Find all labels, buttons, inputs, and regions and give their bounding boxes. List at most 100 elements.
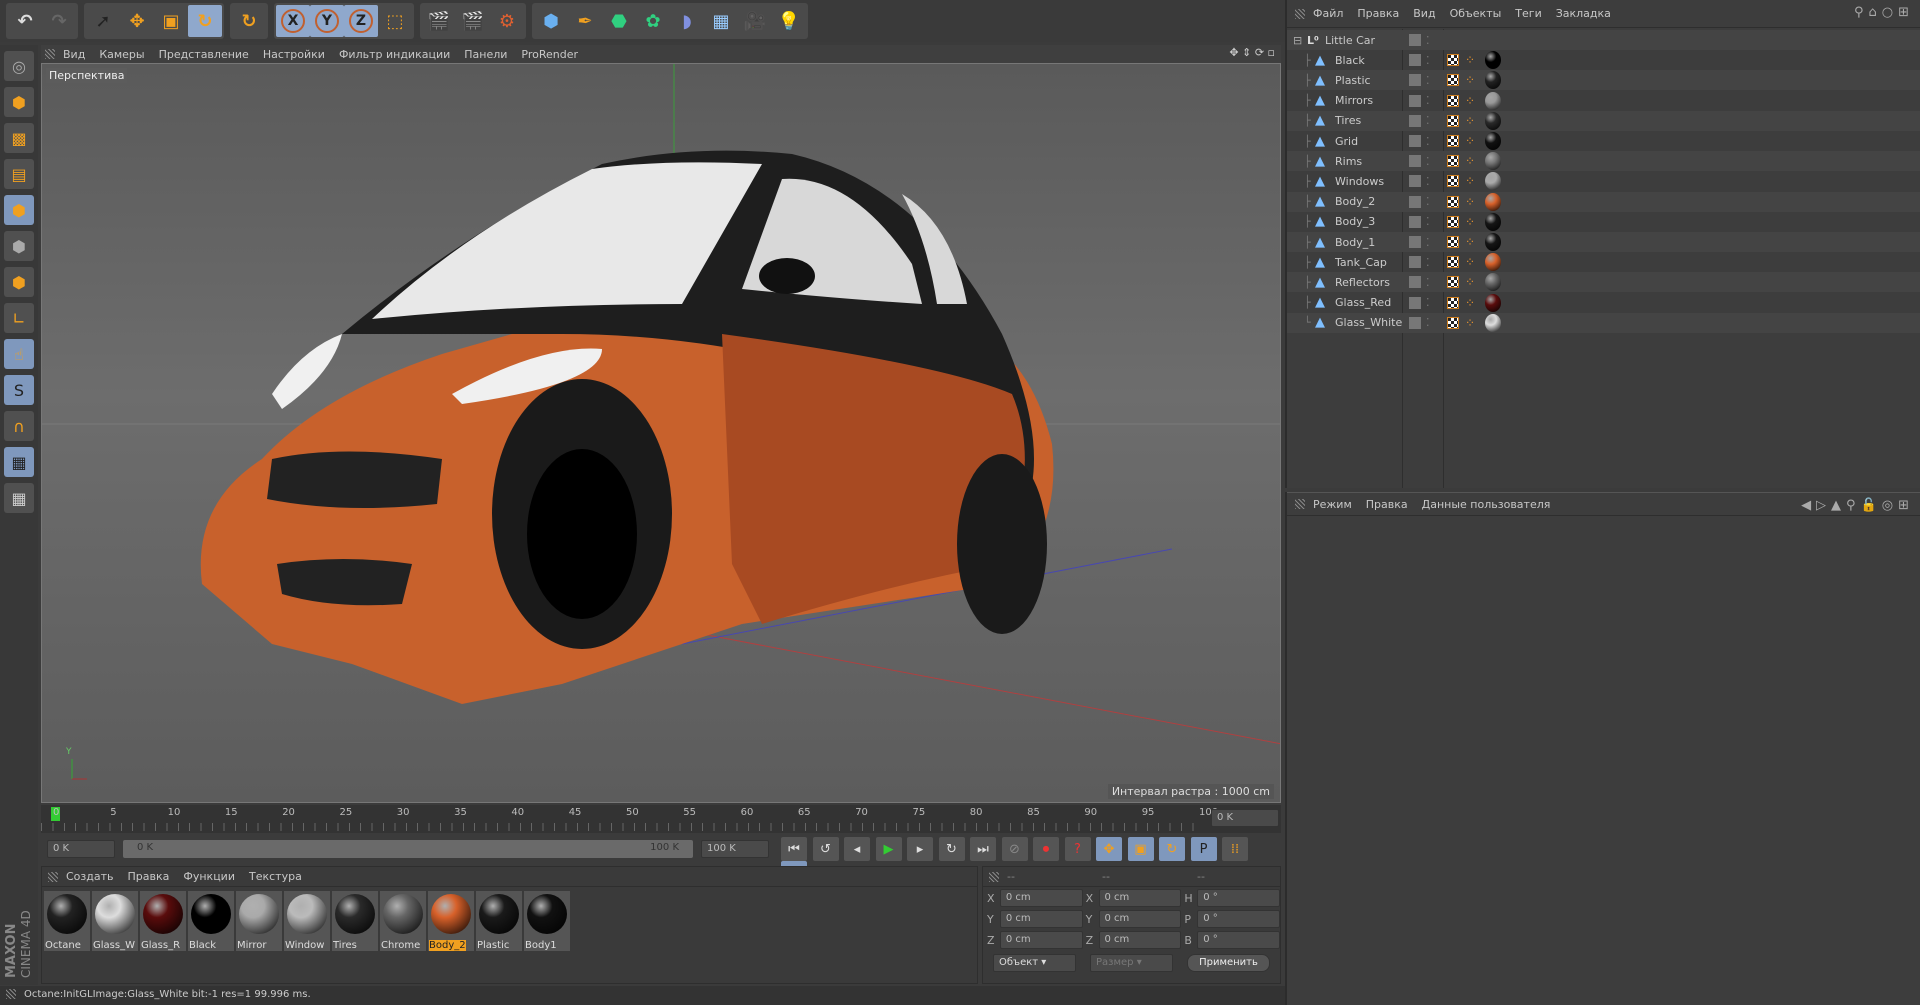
- size-mode-dropdown[interactable]: Размер ▾: [1090, 954, 1173, 972]
- uvw-tag-icon[interactable]: [1447, 276, 1459, 289]
- menu-prorender[interactable]: ProRender: [521, 48, 578, 61]
- phong-tag-icon[interactable]: ⁘: [1465, 174, 1475, 188]
- phong-tag-icon[interactable]: ⁘: [1465, 275, 1475, 289]
- coordinate-field[interactable]: 0 cm: [999, 889, 1083, 907]
- object-row[interactable]: ├ ▲ Black ⁚ ⁘: [1287, 50, 1920, 70]
- object-name[interactable]: Grid: [1335, 135, 1358, 148]
- visibility-dots[interactable]: ⁚: [1426, 175, 1430, 188]
- object-name[interactable]: Mirrors: [1335, 94, 1373, 107]
- coordinate-field[interactable]: 0 °: [1197, 889, 1281, 907]
- panel-grip[interactable]: [989, 871, 999, 882]
- object-row[interactable]: ├ ▲ Plastic ⁚ ⁘: [1287, 70, 1920, 91]
- play-icon[interactable]: ▶: [875, 837, 902, 861]
- object-name[interactable]: Plastic: [1335, 74, 1371, 87]
- prev-key-icon[interactable]: ↺: [812, 837, 839, 861]
- uvw-tag-icon[interactable]: [1447, 296, 1459, 309]
- camera-label[interactable]: Перспектива: [46, 68, 128, 83]
- undo-icon[interactable]: ↶: [8, 5, 42, 37]
- material-swatch[interactable]: Body_2: [428, 891, 474, 951]
- object-row-root[interactable]: ⊟ L⁰ Little Car ⁚: [1287, 30, 1920, 50]
- object-name[interactable]: Rims: [1335, 155, 1362, 168]
- viewport-nav-icons[interactable]: ✥ ⇕ ⟳ ▫: [1229, 46, 1275, 59]
- visibility-dots[interactable]: ⁚: [1426, 316, 1430, 329]
- menu-user-data[interactable]: Данные пользователя: [1422, 498, 1551, 511]
- light-icon[interactable]: 💡: [772, 5, 806, 37]
- timeline-ruler[interactable]: 0 5 10 15 20 25 30 35 40 45 50 55 60 65 70 75 80 85 90 95 10…: [41, 805, 1281, 833]
- menu-edit[interactable]: Правка: [128, 870, 170, 883]
- y-axis-toggle[interactable]: Y: [310, 5, 344, 37]
- material-tag-icon[interactable]: [1485, 132, 1501, 150]
- uvw-tag-icon[interactable]: [1447, 74, 1459, 87]
- object-row[interactable]: ├ ▲ Glass_Red ⁚ ⁘: [1287, 293, 1920, 313]
- camera-icon[interactable]: 🎥: [738, 5, 772, 37]
- menu-cameras[interactable]: Камеры: [99, 48, 144, 61]
- scale-tool-icon[interactable]: ▣: [154, 5, 188, 37]
- keyframe-selection-icon[interactable]: ?: [1064, 837, 1091, 861]
- visibility-dots[interactable]: ⁚: [1426, 256, 1430, 269]
- material-swatch[interactable]: Plastic: [476, 891, 522, 951]
- cube-icon[interactable]: ⬢: [534, 5, 568, 37]
- move-tool-icon[interactable]: ✥: [120, 5, 154, 37]
- object-row[interactable]: ├ ▲ Body_3 ⁚ ⁘: [1287, 212, 1920, 232]
- coordinate-field[interactable]: 0 cm: [1098, 931, 1182, 949]
- coordinate-field[interactable]: 0 cm: [999, 910, 1083, 928]
- visibility-dots[interactable]: ⁚: [1426, 135, 1430, 148]
- edges-mode-icon[interactable]: ⬢: [4, 231, 34, 261]
- x-axis-toggle[interactable]: X: [276, 5, 310, 37]
- object-row[interactable]: ├ ▲ Tank_Cap ⁚ ⁘: [1287, 252, 1920, 272]
- magnet-icon[interactable]: ∩: [4, 411, 34, 441]
- select-tool-icon[interactable]: ➚: [86, 5, 120, 37]
- material-swatch[interactable]: Chrome: [380, 891, 426, 951]
- end-frame-field[interactable]: 100 K: [701, 840, 769, 858]
- object-manager-tools-icons[interactable]: ⚲⌂○⊞: [1854, 5, 1914, 20]
- key-rotation-icon[interactable]: ↻: [1159, 837, 1185, 861]
- material-tag-icon[interactable]: [1485, 273, 1501, 292]
- material-tag-icon[interactable]: [1485, 253, 1501, 272]
- planar-workplane-icon[interactable]: ▦: [4, 483, 34, 513]
- object-row[interactable]: ├ ▲ Reflectors ⁚ ⁘: [1287, 272, 1920, 293]
- panel-grip[interactable]: [1295, 8, 1305, 19]
- recent-tool-icon[interactable]: ↻: [232, 5, 266, 37]
- menu-mode[interactable]: Режим: [1313, 498, 1352, 511]
- visibility-dots[interactable]: ⁚: [1426, 74, 1430, 87]
- pen-icon[interactable]: ✒: [568, 5, 602, 37]
- render-settings-icon[interactable]: ⚙: [490, 5, 524, 37]
- axis-mode-icon[interactable]: ∟: [4, 303, 34, 333]
- object-name[interactable]: Windows: [1335, 175, 1384, 188]
- uvw-tag-icon[interactable]: [1447, 155, 1459, 168]
- make-editable-icon[interactable]: ◎: [4, 51, 34, 81]
- object-name[interactable]: Reflectors: [1335, 276, 1390, 289]
- object-name[interactable]: Body_3: [1335, 215, 1375, 228]
- menu-create[interactable]: Создать: [66, 870, 114, 883]
- key-pla-icon[interactable]: ⁞⁞: [1222, 837, 1248, 861]
- go-to-end-icon[interactable]: ⏭: [970, 837, 996, 861]
- lock-workplane-icon[interactable]: ▦: [4, 447, 34, 477]
- menu-objects[interactable]: Объекты: [1450, 7, 1502, 20]
- phong-tag-icon[interactable]: ⁘: [1465, 255, 1475, 269]
- object-row[interactable]: ├ ▲ Body_2 ⁚ ⁘: [1287, 191, 1920, 212]
- menu-options[interactable]: Настройки: [263, 48, 325, 61]
- visibility-dots[interactable]: ⁚: [1426, 276, 1430, 289]
- phong-tag-icon[interactable]: ⁘: [1465, 134, 1475, 148]
- uvw-tag-icon[interactable]: [1447, 195, 1459, 208]
- visibility-dots[interactable]: ⁚: [1426, 215, 1430, 228]
- key-position-icon[interactable]: ✥: [1096, 837, 1122, 861]
- visibility-dots[interactable]: ⁚: [1426, 195, 1430, 208]
- material-tag-icon[interactable]: [1485, 152, 1501, 171]
- visibility-dots[interactable]: ⁚: [1426, 114, 1430, 127]
- object-name[interactable]: Black: [1335, 54, 1365, 67]
- uvw-tag-icon[interactable]: [1447, 175, 1459, 188]
- current-frame-field[interactable]: 0 K: [1211, 809, 1279, 827]
- menu-display[interactable]: Представление: [159, 48, 249, 61]
- coordinate-field[interactable]: 0 cm: [1098, 889, 1182, 907]
- floor-icon[interactable]: ▦: [704, 5, 738, 37]
- phong-tag-icon[interactable]: ⁘: [1465, 235, 1475, 249]
- object-row[interactable]: ├ ▲ Body_1 ⁚ ⁘: [1287, 232, 1920, 252]
- menu-texture[interactable]: Текстура: [249, 870, 302, 883]
- visibility-dots[interactable]: ⁚: [1426, 34, 1430, 47]
- tweak-mode-icon[interactable]: ☝: [4, 339, 34, 369]
- coordinate-field[interactable]: 0 °: [1197, 931, 1281, 949]
- object-row[interactable]: └ ▲ Glass_White ⁚ ⁘: [1287, 312, 1920, 333]
- visibility-dots[interactable]: ⁚: [1426, 296, 1430, 309]
- uvw-tag-icon[interactable]: [1447, 215, 1459, 228]
